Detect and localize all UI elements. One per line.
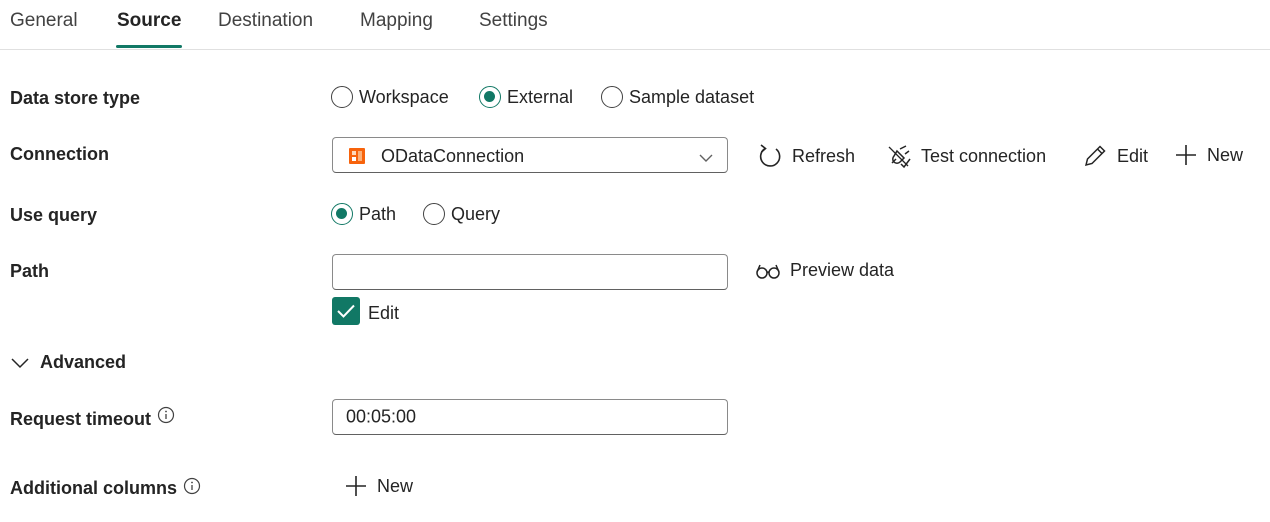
new-label: New	[1207, 144, 1244, 165]
tab-mapping[interactable]: Mapping	[360, 10, 433, 32]
edit-label: Edit	[1117, 145, 1149, 166]
connection-dropdown[interactable]: ODataConnection	[332, 137, 728, 173]
radio-workspace[interactable]: Workspace	[331, 86, 449, 108]
refresh-icon	[759, 144, 781, 167]
edit-checkbox[interactable]	[332, 297, 360, 325]
additional-columns-label: Additional columns	[10, 478, 201, 499]
plus-icon	[346, 476, 366, 496]
radio-circle	[601, 86, 623, 108]
edit-connection-button[interactable]: Edit	[1082, 143, 1148, 169]
advanced-label: Advanced	[40, 352, 127, 372]
add-column-button[interactable]: New	[344, 474, 413, 498]
pencil-icon	[1084, 145, 1106, 167]
info-icon[interactable]	[157, 406, 175, 424]
radio-label: Workspace	[359, 86, 449, 107]
radio-query[interactable]: Query	[423, 203, 500, 225]
radio-circle-checked	[331, 203, 353, 225]
radio-label: External	[507, 86, 574, 107]
odata-icon	[349, 148, 365, 169]
refresh-label: Refresh	[792, 145, 856, 166]
radio-circle	[331, 86, 353, 108]
edit-checkbox-label: Edit	[368, 303, 400, 323]
preview-data-button[interactable]: Preview data	[755, 260, 894, 281]
radio-label: Path	[359, 203, 397, 224]
info-icon[interactable]	[183, 477, 201, 495]
radio-sample-dataset[interactable]: Sample dataset	[601, 86, 754, 108]
tab-source[interactable]: Source	[117, 10, 181, 32]
tab-general[interactable]: General	[10, 10, 78, 32]
chevron-down-icon	[11, 357, 29, 368]
request-timeout-text: Request timeout	[10, 409, 152, 429]
tab-bar: General Source Destination Mapping Setti…	[0, 0, 1270, 50]
path-label: Path	[10, 261, 50, 281]
radio-external[interactable]: External	[479, 86, 573, 108]
additional-columns-text: Additional columns	[10, 478, 178, 498]
plus-icon	[1176, 145, 1196, 165]
refresh-button[interactable]: Refresh	[757, 143, 855, 169]
add-column-label: New	[377, 475, 414, 496]
glasses-icon	[756, 264, 780, 279]
tab-destination[interactable]: Destination	[218, 10, 313, 32]
test-connection-icon	[888, 145, 911, 169]
connection-value: ODataConnection	[381, 146, 525, 166]
path-input[interactable]	[332, 254, 728, 290]
radio-path[interactable]: Path	[331, 203, 396, 225]
checkmark-icon	[337, 304, 355, 318]
test-connection-label: Test connection	[921, 145, 1047, 166]
tab-settings[interactable]: Settings	[479, 10, 548, 32]
radio-label: Query	[451, 203, 501, 224]
radio-circle-checked	[479, 86, 501, 108]
active-tab-indicator	[116, 45, 182, 48]
new-connection-button[interactable]: New	[1174, 143, 1243, 167]
use-query-label: Use query	[10, 205, 98, 225]
request-timeout-input[interactable]: 00:05:00	[332, 399, 728, 435]
request-timeout-label: Request timeout	[10, 406, 175, 430]
test-connection-button[interactable]: Test connection	[886, 143, 1046, 169]
chevron-down-icon	[699, 150, 713, 168]
request-timeout-value: 00:05:00	[346, 406, 417, 427]
preview-data-label: Preview data	[790, 260, 895, 280]
connection-label: Connection	[10, 144, 109, 164]
data-store-type-label: Data store type	[10, 88, 141, 108]
radio-circle	[423, 203, 445, 225]
advanced-toggle[interactable]: Advanced	[10, 352, 126, 373]
radio-label: Sample dataset	[629, 86, 755, 107]
